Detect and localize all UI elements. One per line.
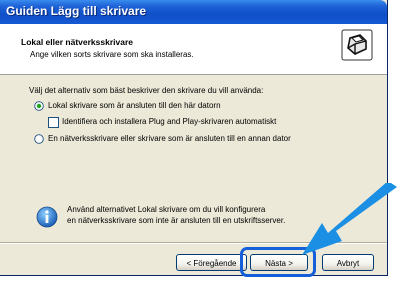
wizard-header: Lokal eller nätverksskrivare Ange vilken… — [0, 24, 387, 75]
info-text-line2: en nätverksskrivare som inte är ansluten… — [67, 216, 286, 225]
radio-local-printer[interactable] — [34, 101, 44, 111]
window-title: Guiden Lägg till skrivare — [6, 4, 147, 18]
radio-local-printer-label[interactable]: Lokal skrivare som är ansluten till den … — [48, 101, 221, 110]
checkbox-plug-and-play-label[interactable]: Identifiera och installera Plug and Play… — [62, 117, 276, 126]
info-icon — [36, 206, 58, 228]
title-bar[interactable]: Guiden Lägg till skrivare — [0, 0, 387, 24]
info-text-line1: Använd alternativet Lokal skrivare om du… — [67, 205, 266, 214]
header-title: Lokal eller nätverksskrivare — [21, 37, 133, 47]
back-button[interactable]: < Föregående — [176, 254, 247, 271]
radio-network-printer[interactable] — [34, 134, 44, 144]
header-subtitle: Ange vilken sorts skrivare som ska insta… — [30, 50, 194, 59]
prompt-text: Välj det alternativ som bäst beskriver d… — [29, 86, 264, 95]
checkbox-plug-and-play[interactable] — [48, 117, 59, 128]
printer-icon — [341, 29, 373, 61]
pointer-arrow-icon — [302, 183, 397, 255]
radio-network-printer-label[interactable]: En nätverksskrivare eller skrivare som ä… — [48, 134, 291, 143]
